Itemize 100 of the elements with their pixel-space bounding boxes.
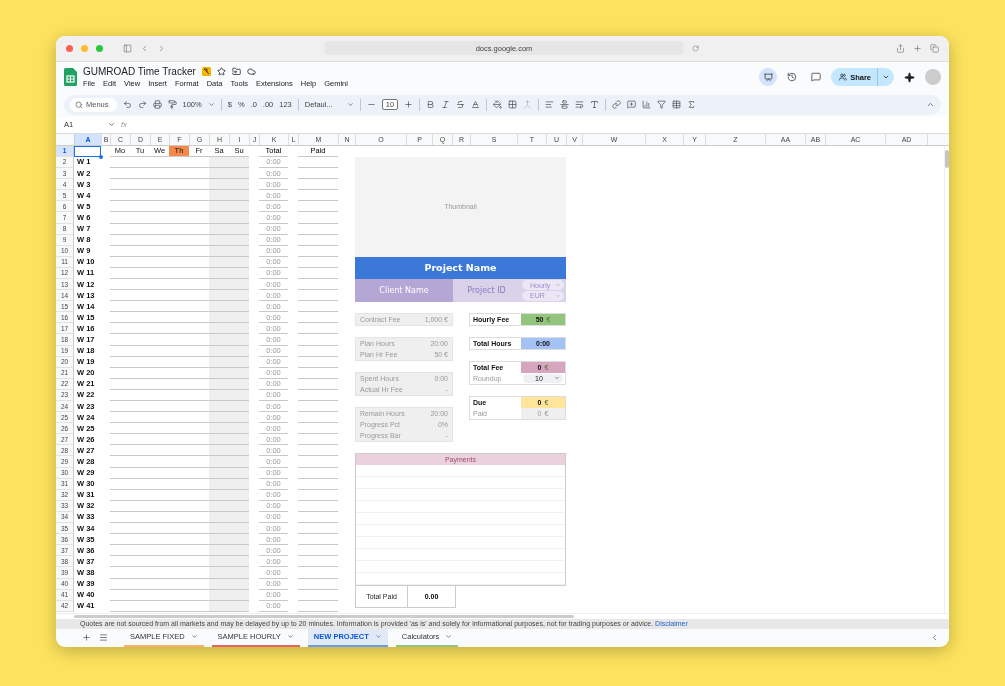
strikethrough-icon[interactable] [456,100,466,110]
hours-entry-row[interactable] [110,334,249,346]
print-icon[interactable] [152,100,162,110]
fill-color-icon[interactable] [493,100,503,110]
star-icon[interactable] [216,67,226,77]
selected-cell[interactable] [74,145,101,157]
hours-entry-row[interactable] [110,401,249,413]
hours-entry-row[interactable] [110,345,249,357]
hours-entry-row[interactable] [110,578,249,590]
borders-icon[interactable] [508,100,518,110]
bold-icon[interactable] [426,100,436,110]
sparkle-icon[interactable] [904,71,915,83]
caret-icon[interactable] [108,121,115,129]
hours-entry-row[interactable] [110,312,249,324]
badge-icon[interactable] [201,67,211,77]
sidebar-icon[interactable] [123,43,132,53]
paint-format-icon[interactable] [167,100,177,110]
merge-icon[interactable] [523,100,533,110]
hours-entry-row[interactable] [110,290,249,302]
collapse-sidebar-icon[interactable] [930,633,939,643]
client-name-cell: Client Name [355,278,453,302]
all-sheets-icon[interactable] [99,633,108,643]
vertical-scrollbar[interactable] [944,145,949,613]
functions-icon[interactable] [687,100,697,110]
hours-entry-row[interactable] [110,256,249,268]
hours-entry-row[interactable] [110,467,249,479]
hours-entry-row[interactable] [110,567,249,579]
hours-entry-row[interactable] [110,301,249,313]
forward-icon[interactable] [157,43,166,53]
hours-entry-row[interactable] [110,534,249,546]
hours-entry-row[interactable] [110,434,249,446]
hours-entry-row[interactable] [110,356,249,368]
avatar[interactable] [925,69,941,86]
project-name-banner: Project Name [355,256,566,279]
undo-icon[interactable] [122,100,132,110]
present-button[interactable] [759,68,778,87]
search-icon [75,100,83,109]
hours-entry-row[interactable] [110,445,249,457]
align-icon[interactable] [545,100,555,110]
hours-entry-row[interactable] [110,489,249,501]
hours-entry-row[interactable] [110,201,249,213]
hours-entry-row[interactable] [110,545,249,557]
history-icon[interactable] [787,72,798,83]
hours-entry-row[interactable] [110,412,249,424]
filter-icon[interactable] [657,100,667,110]
hours-entry-row[interactable] [110,168,249,180]
hours-entry-row[interactable] [110,190,249,202]
caret-icon [374,633,382,641]
hours-entry-row[interactable] [110,367,249,379]
minimize-window-button[interactable] [81,44,88,52]
hours-entry-row[interactable] [110,323,249,335]
new-tab-icon[interactable] [913,43,922,53]
increase-size-icon[interactable] [404,100,414,110]
text-color-icon[interactable] [471,100,481,110]
add-sheet-icon[interactable] [82,633,91,643]
move-icon[interactable] [231,67,241,77]
caret-icon [554,375,560,382]
hours-entry-row[interactable] [110,589,249,601]
hours-entry-row[interactable] [110,179,249,191]
hours-entry-row[interactable] [110,423,249,435]
close-window-button[interactable] [66,44,73,52]
wrap-icon[interactable] [575,100,585,110]
hours-entry-row[interactable] [110,478,249,490]
comment-icon[interactable] [627,100,637,110]
zoom-window-button[interactable] [96,44,103,52]
hours-entry-row[interactable] [110,267,249,279]
hours-entry-row[interactable] [110,556,249,568]
hours-entry-row[interactable] [110,156,249,169]
hours-entry-row[interactable] [110,511,249,524]
hours-entry-row[interactable] [110,600,249,612]
reload-icon[interactable] [692,44,699,52]
hours-entry-row[interactable] [110,245,249,257]
back-icon[interactable] [140,43,149,53]
caret-icon[interactable] [346,101,354,109]
hours-entry-row[interactable] [110,389,249,401]
hours-entry-row[interactable] [110,378,249,390]
hours-entry-row[interactable] [110,223,249,235]
share-icon[interactable] [896,43,905,53]
project-id-cell: Project ID [453,278,520,302]
caret-icon [445,633,453,641]
document-title[interactable]: GUMROAD Time Tracker [83,66,196,78]
hours-entry-row[interactable] [110,523,249,535]
presentation-icon [763,72,773,82]
hours-entry-row[interactable] [110,278,249,291]
hours-entry-row[interactable] [110,212,249,224]
link-icon[interactable] [612,100,622,110]
sheets-logo-icon[interactable] [64,68,77,87]
comments-icon[interactable] [811,72,822,83]
caret-icon[interactable] [207,101,215,109]
vertical-align-icon[interactable] [560,100,570,110]
italic-icon[interactable] [441,100,451,110]
hours-entry-row[interactable] [110,456,249,468]
chart-icon[interactable] [642,100,652,110]
caret-icon [286,633,294,641]
redo-icon[interactable] [137,100,147,110]
hours-entry-row[interactable] [110,500,249,512]
cloud-icon[interactable] [246,67,256,77]
tabs-overview-icon[interactable] [930,43,939,53]
views-icon[interactable] [672,100,682,110]
hours-entry-row[interactable] [110,234,249,246]
